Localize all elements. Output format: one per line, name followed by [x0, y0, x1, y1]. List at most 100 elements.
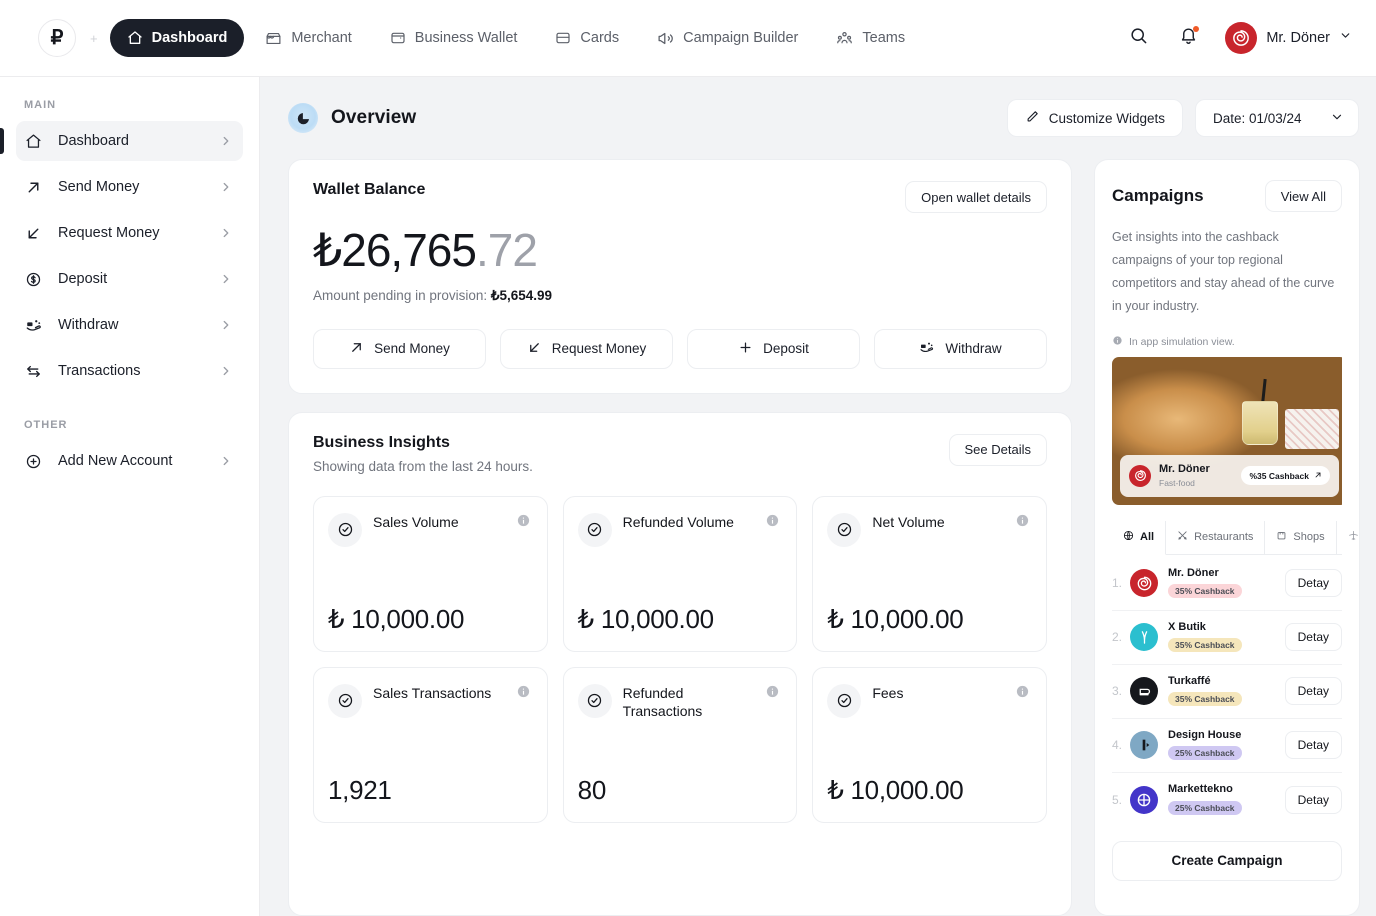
list-item[interactable]: 2. X Butik 35% Cashback Detay	[1112, 611, 1342, 665]
campaign-list: 1. Mr. Döner 35% Cashback Detay	[1112, 557, 1342, 827]
app-logo[interactable]: ₽	[38, 19, 76, 57]
nav-item-teams[interactable]: Teams	[819, 19, 922, 57]
tab-shops[interactable]: Shops	[1265, 521, 1336, 554]
list-item[interactable]: 4. Design House 25% Cashback Detay	[1112, 719, 1342, 773]
promo-merchant-name: Mr. Döner	[1159, 463, 1210, 476]
sidebar-item-add-new-account[interactable]: Add New Account	[16, 441, 243, 481]
balance-integer-part: ₺26,765	[313, 224, 476, 276]
simulation-note: In app simulation view.	[1112, 335, 1342, 349]
nav-item-dashboard[interactable]: Dashboard	[110, 19, 245, 57]
sidebar-item-label: Add New Account	[58, 453, 172, 469]
chevron-right-icon	[219, 272, 233, 286]
promo-carousel: Mr. Döner Fast-food %35 Cashback	[1112, 357, 1342, 505]
info-icon[interactable]	[1015, 684, 1030, 704]
action-label: Request Money	[552, 341, 647, 356]
nav-item-merchant[interactable]: Merchant	[248, 19, 368, 57]
shopping-bag-icon	[1276, 530, 1287, 544]
view-all-button[interactable]: View All	[1265, 180, 1342, 212]
transfer-arrows-icon	[25, 363, 47, 380]
pending-provision-text: Amount pending in provision: ₺5,654.99	[313, 288, 1047, 304]
home-icon	[127, 30, 143, 46]
insight-card-refunded-transactions[interactable]: Refunded Transactions 80	[563, 667, 798, 823]
insight-card-net-volume[interactable]: Net Volume ₺ 10,000.00	[812, 496, 1047, 652]
campaign-detail-button[interactable]: Detay	[1285, 569, 1342, 597]
info-icon[interactable]	[765, 684, 780, 704]
send-money-button[interactable]: Send Money	[313, 329, 486, 369]
tab-restaurants[interactable]: Restaurants	[1166, 521, 1265, 554]
list-item[interactable]: 1. Mr. Döner 35% Cashback Detay	[1112, 557, 1342, 611]
globe-icon	[1123, 530, 1134, 544]
user-menu[interactable]: Mr. Döner	[1225, 22, 1352, 54]
brush-icon	[1130, 623, 1158, 651]
notifications-button[interactable]	[1173, 23, 1203, 53]
sidebar-item-label: Withdraw	[58, 317, 118, 333]
wallet-balance-card: Wallet Balance Open wallet details ₺26,7…	[288, 159, 1072, 394]
withdraw-button[interactable]: Withdraw	[874, 329, 1047, 369]
promo-card-image[interactable]: Mr. Döner Fast-food %35 Cashback	[1112, 357, 1342, 505]
see-details-button[interactable]: See Details	[949, 434, 1047, 466]
sidebar-item-dashboard[interactable]: Dashboard	[16, 121, 243, 161]
sidebar-item-deposit[interactable]: Deposit	[16, 259, 243, 299]
campaign-detail-button[interactable]: Detay	[1285, 786, 1342, 814]
sidebar-item-withdraw[interactable]: Withdraw	[16, 305, 243, 345]
nav-item-cards[interactable]: Cards	[538, 19, 636, 57]
avatar	[1129, 465, 1151, 487]
sidebar-item-label: Send Money	[58, 179, 139, 195]
campaign-rank: 1.	[1112, 576, 1128, 590]
info-icon[interactable]	[516, 684, 531, 704]
insight-card-sales-volume[interactable]: Sales Volume ₺ 10,000.00	[313, 496, 548, 652]
action-label: Send Money	[374, 341, 450, 356]
sidebar-item-label: Request Money	[58, 225, 160, 241]
arrow-up-right-icon	[1314, 471, 1322, 481]
open-wallet-details-button[interactable]: Open wallet details	[905, 181, 1047, 213]
promo-cashback-badge[interactable]: %35 Cashback	[1241, 466, 1330, 485]
plane-icon	[1348, 530, 1359, 544]
promo-overlay-card: Mr. Döner Fast-food %35 Cashback	[1120, 455, 1339, 497]
cutlery-icon	[1177, 530, 1188, 544]
nav-item-business-wallet[interactable]: Business Wallet	[373, 19, 535, 57]
list-item[interactable]: 3. Turkaffé 35% Cashback Detay	[1112, 665, 1342, 719]
date-filter-dropdown[interactable]: Date: 01/03/24	[1195, 99, 1359, 137]
deposit-button[interactable]: Deposit	[687, 329, 860, 369]
insight-card-sales-transactions[interactable]: Sales Transactions 1,921	[313, 667, 548, 823]
sidebar-item-transactions[interactable]: Transactions	[16, 351, 243, 391]
customize-widgets-button[interactable]: Customize Widgets	[1007, 99, 1183, 137]
notification-badge-dot	[1193, 26, 1199, 32]
status-badge: 35% Cashback	[1168, 638, 1242, 652]
nav-item-campaign-builder[interactable]: Campaign Builder	[640, 19, 815, 57]
campaign-category-tabs: All Restaurants Shops	[1112, 521, 1342, 555]
home-icon	[25, 133, 47, 150]
nav-label: Business Wallet	[415, 30, 518, 46]
campaign-name: Mr. Döner	[1168, 567, 1242, 580]
avatar	[1225, 22, 1257, 54]
page-header-actions: Customize Widgets Date: 01/03/24	[1007, 99, 1359, 137]
insights-grid: Sales Volume ₺ 10,000.00 Refunded Volume	[313, 496, 1047, 823]
campaign-name: Markettekno	[1168, 783, 1242, 796]
list-item[interactable]: 5. Markettekno 25% Cashback Detay	[1112, 773, 1342, 827]
search-button[interactable]	[1123, 23, 1153, 53]
info-icon[interactable]	[765, 513, 780, 533]
insight-label: Fees	[872, 684, 903, 702]
tab-travel[interactable]	[1337, 521, 1360, 554]
action-label: Withdraw	[945, 341, 1001, 356]
info-icon[interactable]	[516, 513, 531, 533]
insight-card-refunded-volume[interactable]: Refunded Volume ₺ 10,000.00	[563, 496, 798, 652]
sidebar-item-request-money[interactable]: Request Money	[16, 213, 243, 253]
info-icon[interactable]	[1015, 513, 1030, 533]
campaign-info: Mr. Döner 35% Cashback	[1168, 567, 1242, 599]
chevron-right-icon	[219, 180, 233, 194]
insight-card-fees[interactable]: Fees ₺ 10,000.00	[812, 667, 1047, 823]
insight-card-header: Fees	[827, 684, 1030, 718]
status-badge: 25% Cashback	[1168, 801, 1242, 815]
campaign-detail-button[interactable]: Detay	[1285, 677, 1342, 705]
request-money-button[interactable]: Request Money	[500, 329, 673, 369]
campaign-rank: 5.	[1112, 793, 1128, 807]
nav-label: Cards	[580, 30, 619, 46]
campaign-detail-button[interactable]: Detay	[1285, 623, 1342, 651]
sidebar-item-send-money[interactable]: Send Money	[16, 167, 243, 207]
tab-all[interactable]: All	[1112, 521, 1166, 555]
create-campaign-button[interactable]: Create Campaign	[1112, 841, 1342, 881]
primary-nav: Dashboard Merchant Business Wallet Cards…	[110, 19, 923, 57]
campaign-detail-button[interactable]: Detay	[1285, 731, 1342, 759]
insights-header: Business Insights Showing data from the …	[313, 434, 1047, 474]
